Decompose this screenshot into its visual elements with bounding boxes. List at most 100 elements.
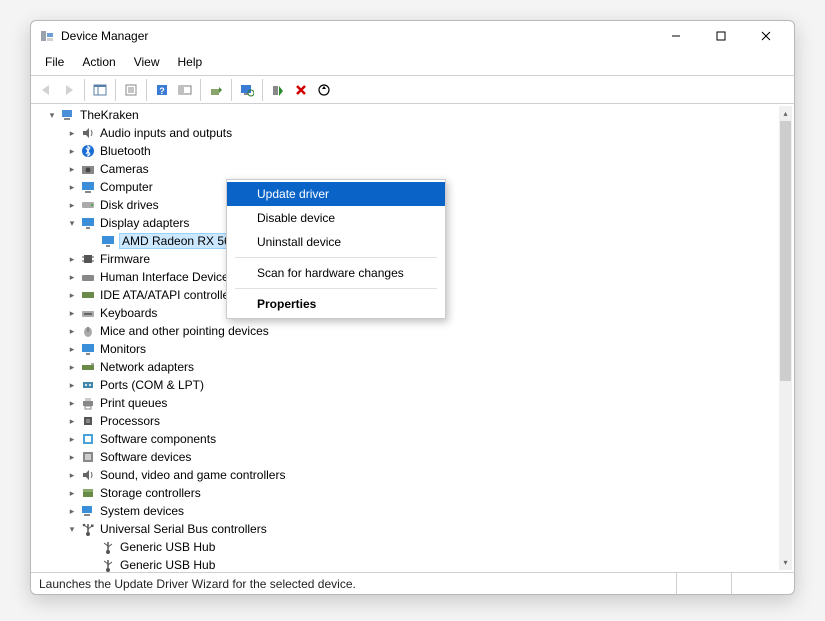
maximize-button[interactable] [698,22,743,50]
tree-label: Network adapters [100,360,194,374]
tree-label: Audio inputs and outputs [100,126,232,140]
vertical-scrollbar[interactable]: ▴ ▾ [779,106,792,570]
tree-item-bluetooth[interactable]: ▸ Bluetooth [31,142,794,160]
scan-monitor-button[interactable] [236,79,258,101]
tree-item-storage[interactable]: ▸ Storage controllers [31,484,794,502]
chevron-right-icon[interactable]: ▸ [65,452,79,463]
system-icon [80,503,96,519]
window-title: Device Manager [61,29,653,43]
software-icon [80,449,96,465]
chevron-right-icon[interactable]: ▸ [65,506,79,517]
mouse-icon [80,323,96,339]
tree-item-mice[interactable]: ▸ Mice and other pointing devices [31,322,794,340]
status-cell [731,573,786,594]
tree-label: System devices [100,504,184,518]
scroll-track[interactable] [779,121,792,555]
tree-item-usb-child[interactable]: ▸ Generic USB Hub [31,538,794,556]
chevron-right-icon[interactable]: ▸ [65,308,79,319]
tree-item-processors[interactable]: ▸ Processors [31,412,794,430]
tree-item-usb-child[interactable]: ▸ Generic USB Hub [31,556,794,572]
show-hide-tree-button[interactable] [89,79,111,101]
ctx-uninstall-device[interactable]: Uninstall device [227,230,445,254]
enable-device-button[interactable] [267,79,289,101]
toolbar-separator [231,79,232,101]
chevron-right-icon[interactable]: ▸ [65,362,79,373]
tree-item-monitors[interactable]: ▸ Monitors [31,340,794,358]
scroll-down-button[interactable]: ▾ [779,555,792,570]
menu-file[interactable]: File [37,53,72,71]
statusbar: Launches the Update Driver Wizard for th… [31,572,794,594]
tree-root[interactable]: ▾ TheKraken [31,106,794,124]
chevron-right-icon[interactable]: ▸ [65,488,79,499]
scroll-thumb[interactable] [780,121,791,381]
menu-action[interactable]: Action [74,53,123,71]
chevron-down-icon[interactable]: ▾ [45,110,59,121]
software-icon [80,431,96,447]
minimize-button[interactable] [653,22,698,50]
update-driver-button[interactable] [205,79,227,101]
chevron-right-icon[interactable]: ▸ [65,182,79,193]
tree-item-softdev[interactable]: ▸ Software devices [31,448,794,466]
tree-label: Print queues [100,396,167,410]
chevron-right-icon[interactable]: ▸ [65,416,79,427]
tree-item-system[interactable]: ▸ System devices [31,502,794,520]
back-button[interactable] [35,79,57,101]
chevron-right-icon[interactable]: ▸ [65,200,79,211]
chevron-right-icon[interactable]: ▸ [65,326,79,337]
menu-view[interactable]: View [126,53,168,71]
tree-item-ports[interactable]: ▸ Ports (COM & LPT) [31,376,794,394]
monitor-icon [80,341,96,357]
tree-item-network[interactable]: ▸ Network adapters [31,358,794,376]
menubar: File Action View Help [31,51,794,76]
tree-item-cameras[interactable]: ▸ Cameras [31,160,794,178]
device-tree[interactable]: ▾ TheKraken ▸ Audio inputs and outputs ▸… [31,104,794,572]
app-icon [39,28,55,44]
tree-label: Human Interface Devices [100,270,235,284]
scan-hardware-button[interactable] [313,79,335,101]
properties-button[interactable] [120,79,142,101]
chevron-right-icon[interactable]: ▸ [65,398,79,409]
keyboard-icon [80,305,96,321]
ctx-properties[interactable]: Properties [227,292,445,316]
scroll-up-button[interactable]: ▴ [779,106,792,121]
tree-item-usb[interactable]: ▾ Universal Serial Bus controllers [31,520,794,538]
ctx-scan-hardware[interactable]: Scan for hardware changes [227,261,445,285]
storage-icon [80,485,96,501]
close-button[interactable] [743,22,788,50]
irq-button[interactable] [174,79,196,101]
chevron-down-icon[interactable]: ▾ [65,218,79,229]
ctx-disable-device[interactable]: Disable device [227,206,445,230]
chevron-right-icon[interactable]: ▸ [65,254,79,265]
chevron-right-icon[interactable]: ▸ [65,164,79,175]
context-separator [235,288,437,289]
chevron-right-icon[interactable]: ▸ [65,290,79,301]
help-button[interactable]: ? [151,79,173,101]
forward-button[interactable] [58,79,80,101]
chevron-right-icon[interactable]: ▸ [65,434,79,445]
toolbar-separator [262,79,263,101]
tree-label: Computer [100,180,153,194]
chevron-right-icon[interactable]: ▸ [65,128,79,139]
hid-icon [80,269,96,285]
uninstall-device-button[interactable] [290,79,312,101]
toolbar: ? [31,76,794,104]
tree-item-softcomp[interactable]: ▸ Software components [31,430,794,448]
chevron-right-icon[interactable]: ▸ [65,380,79,391]
tree-item-audio[interactable]: ▸ Audio inputs and outputs [31,124,794,142]
chevron-right-icon[interactable]: ▸ [65,146,79,157]
toolbar-separator [115,79,116,101]
usb-icon [100,539,116,555]
chevron-right-icon[interactable]: ▸ [65,344,79,355]
ide-icon [80,287,96,303]
chevron-down-icon[interactable]: ▾ [65,524,79,535]
chevron-right-icon[interactable]: ▸ [65,272,79,283]
network-icon [80,359,96,375]
chip-icon [80,251,96,267]
menu-help[interactable]: Help [170,53,211,71]
tree-item-sound[interactable]: ▸ Sound, video and game controllers [31,466,794,484]
speaker-icon [80,467,96,483]
port-icon [80,377,96,393]
ctx-update-driver[interactable]: Update driver [227,182,445,206]
tree-item-printq[interactable]: ▸ Print queues [31,394,794,412]
chevron-right-icon[interactable]: ▸ [65,470,79,481]
